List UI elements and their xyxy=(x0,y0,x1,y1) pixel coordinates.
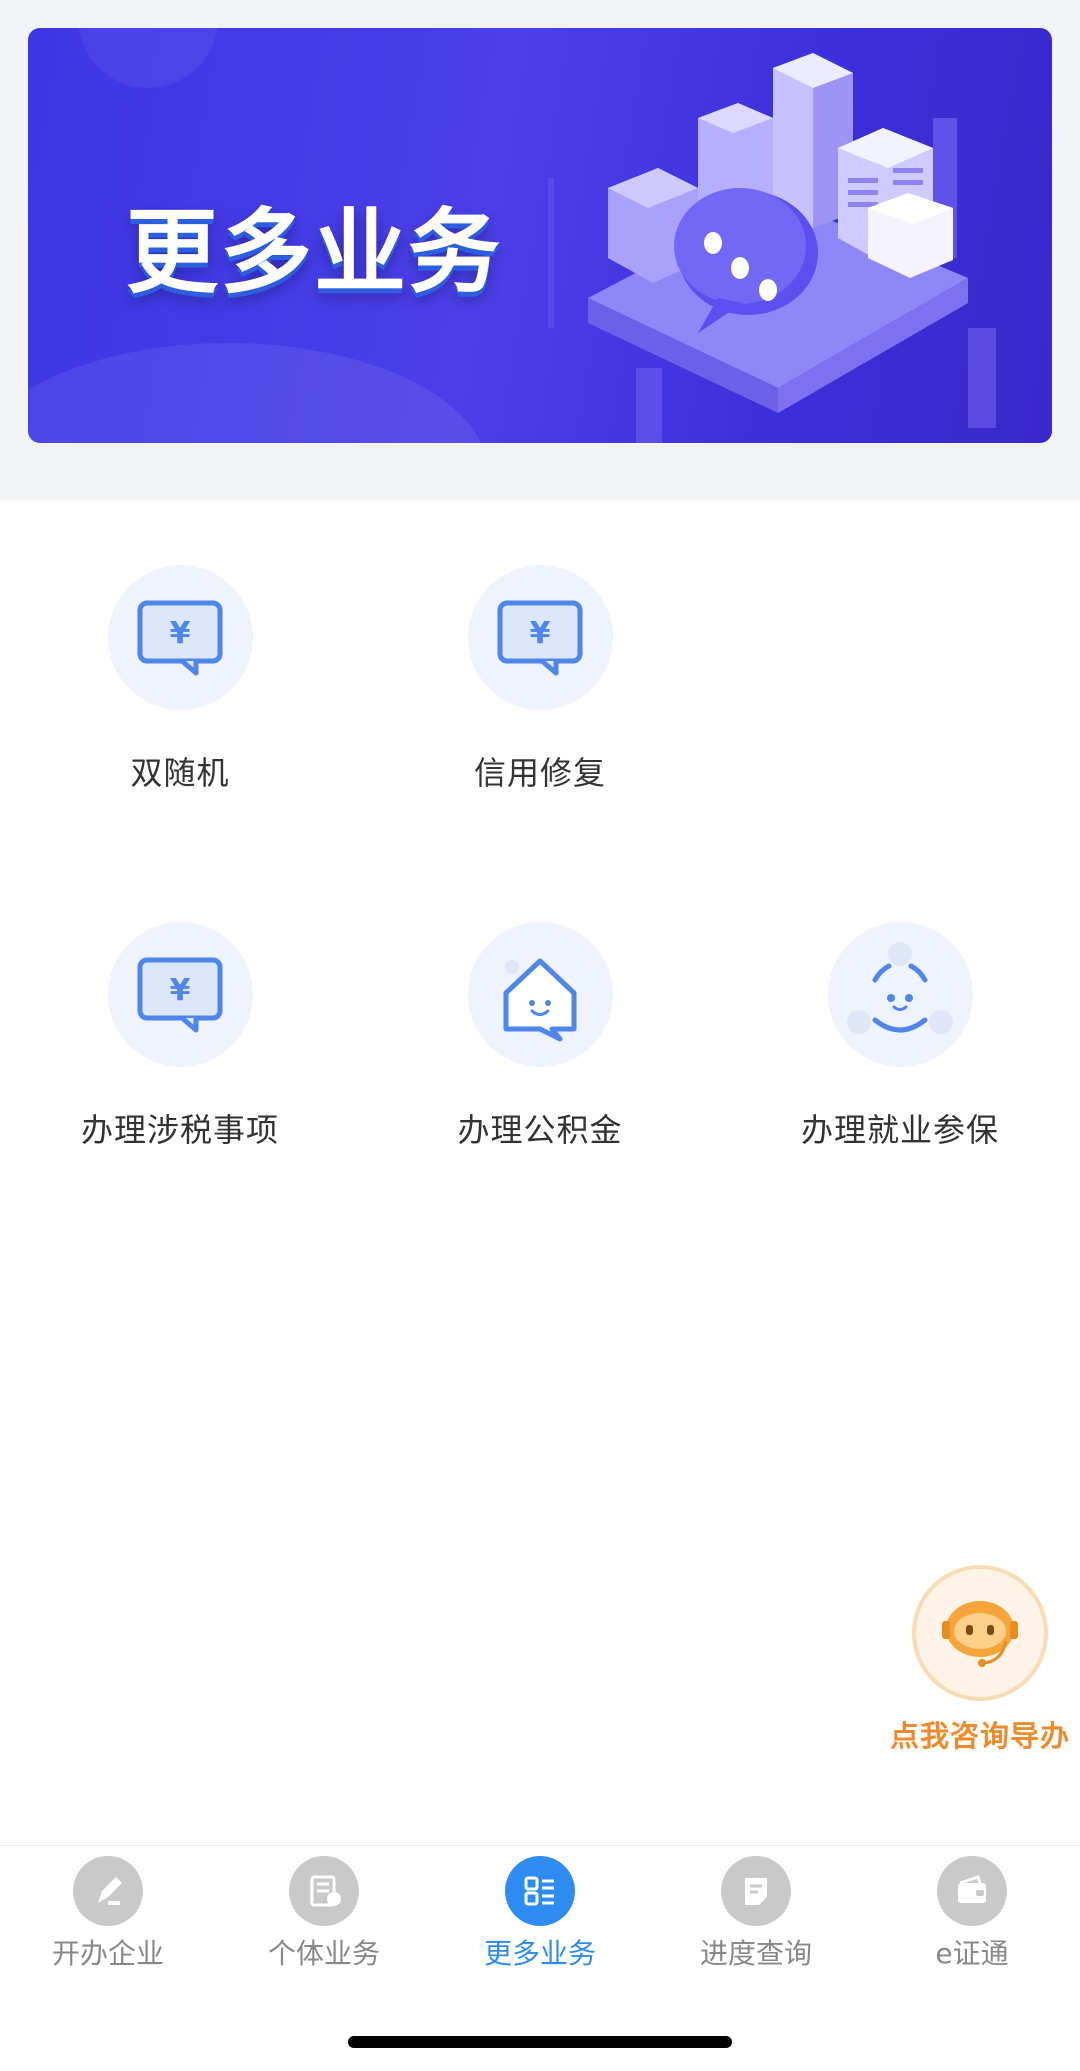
wallet-icon xyxy=(937,1856,1007,1926)
svg-text:¥: ¥ xyxy=(170,616,191,651)
yen-chat-icon: ¥ xyxy=(137,957,223,1032)
service-label: 信用修复 xyxy=(473,754,606,792)
service-item-housing-fund[interactable]: 办理公积金 xyxy=(360,922,720,1151)
home-indicator[interactable] xyxy=(348,2036,732,2048)
service-label: 双随机 xyxy=(130,754,230,792)
service-item-tax[interactable]: ¥ 办理涉税事项 xyxy=(0,922,360,1151)
house-smile-icon xyxy=(503,958,577,1041)
isometric-city-illustration xyxy=(548,53,996,443)
tab-individual-business[interactable]: 个体业务 xyxy=(216,1856,432,1972)
banner-title: 更多业务 xyxy=(126,199,503,306)
tab-more-business[interactable]: 更多业务 xyxy=(432,1856,648,1972)
banner-glow xyxy=(78,28,218,88)
yen-chat-icon: ¥ xyxy=(137,600,223,675)
banner-area: 更多业务 xyxy=(0,0,1080,500)
tab-e-certificate[interactable]: e证通 xyxy=(864,1856,1080,1972)
robot-headset-icon xyxy=(942,1601,1018,1667)
yen-chat-icon: ¥ xyxy=(497,600,583,675)
assistant-avatar xyxy=(912,1565,1048,1701)
service-icon-circle xyxy=(827,922,973,1067)
service-item-credit-repair[interactable]: ¥ 信用修复 xyxy=(360,565,720,794)
service-item-shuang-sui-ji[interactable]: ¥ 双随机 xyxy=(0,565,360,794)
svg-text:¥: ¥ xyxy=(530,616,551,651)
smile-face-icon xyxy=(847,941,953,1034)
banner-glow xyxy=(28,343,488,443)
tab-label: 开办企业 xyxy=(51,1937,164,1970)
tab-progress-query[interactable]: 进度查询 xyxy=(648,1856,864,1972)
assistant-label: 点我咨询导办 xyxy=(889,1719,1070,1753)
svg-text:¥: ¥ xyxy=(170,973,191,1008)
service-icon-circle xyxy=(467,922,613,1067)
tab-label: 进度查询 xyxy=(699,1937,812,1970)
assistant-float-button[interactable]: 点我咨询导办 xyxy=(880,1565,1080,1755)
grid-list-icon xyxy=(505,1856,575,1926)
tab-label: e证通 xyxy=(935,1937,1009,1970)
service-icon-circle: ¥ xyxy=(467,565,613,710)
note-icon xyxy=(721,1856,791,1926)
service-label: 办理就业参保 xyxy=(800,1111,999,1149)
promo-banner[interactable]: 更多业务 xyxy=(28,28,1052,443)
service-item-employment-insurance[interactable]: 办理就业参保 xyxy=(720,922,1080,1151)
service-icon-circle: ¥ xyxy=(107,565,253,710)
tab-label: 个体业务 xyxy=(267,1937,380,1970)
document-icon xyxy=(289,1856,359,1926)
tab-label: 更多业务 xyxy=(483,1937,596,1970)
service-icon-circle: ¥ xyxy=(107,922,253,1067)
service-label: 办理涉税事项 xyxy=(80,1111,279,1149)
pen-edit-icon xyxy=(73,1856,143,1926)
tab-open-business[interactable]: 开办企业 xyxy=(0,1856,216,1972)
service-label: 办理公积金 xyxy=(457,1111,623,1149)
